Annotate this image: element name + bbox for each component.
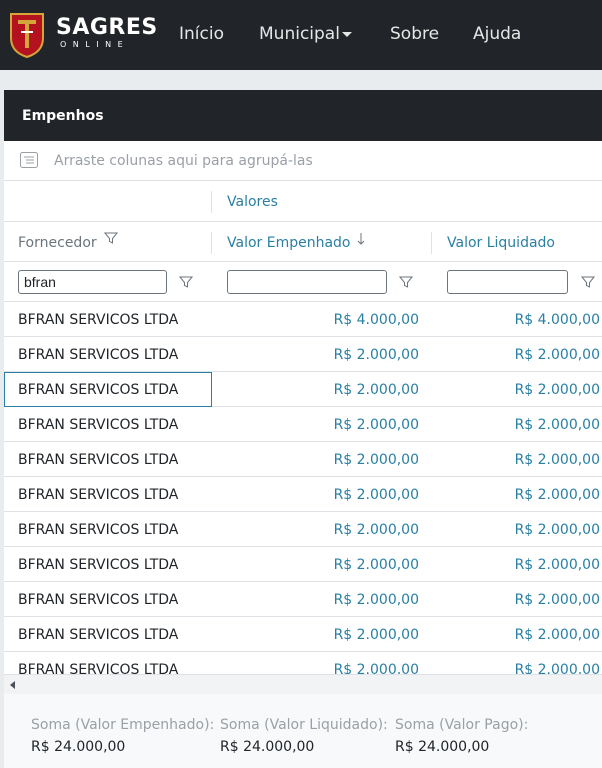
panel-header: Empenhos <box>4 90 602 141</box>
cell-valor-liquidado[interactable]: R$ 2.000,00 <box>515 486 600 504</box>
horizontal-scrollbar[interactable] <box>4 674 602 694</box>
chevron-left-icon[interactable] <box>10 681 15 689</box>
empenhos-panel: Empenhos Arraste colunas aqui para agrup… <box>4 90 602 768</box>
total-empenhado-label: Soma (Valor Empenhado): <box>31 717 215 733</box>
filter-funnel-icon[interactable] <box>179 275 193 289</box>
caret-down-icon[interactable] <box>342 32 352 37</box>
group-panel-hint: Arraste colunas aqui para agrupá-las <box>54 153 313 169</box>
filter-input-valor-liquidado[interactable] <box>447 270 568 294</box>
table-row[interactable]: BFRAN SERVICOS LTDA R$ 2.000,00 R$ 2.000,0… <box>4 337 602 372</box>
cell-fornecedor[interactable]: BFRAN SERVICOS LTDA <box>18 556 178 574</box>
filter-input-valor-empenhado[interactable] <box>227 270 387 294</box>
column-separator[interactable] <box>431 232 432 254</box>
cell-valor-liquidado[interactable]: R$ 2.000,00 <box>515 451 600 469</box>
cell-valor-liquidado[interactable]: R$ 2.000,00 <box>515 661 600 674</box>
nav-municipal[interactable]: Municipal <box>259 22 340 46</box>
top-navbar: SAGRES ONLINE Início Municipal Sobre Aju… <box>0 0 602 70</box>
column-separator[interactable] <box>211 232 212 254</box>
cell-fornecedor[interactable]: BFRAN SERVICOS LTDA <box>18 661 178 674</box>
nav-inicio[interactable]: Início <box>179 22 224 46</box>
table-row[interactable]: BFRAN SERVICOS LTDA R$ 2.000,00 R$ 2.000,0… <box>4 652 602 674</box>
band-separator <box>211 191 212 213</box>
table-row[interactable]: BFRAN SERVICOS LTDA R$ 2.000,00 R$ 2.000,0… <box>4 477 602 512</box>
cell-valor-liquidado[interactable]: R$ 2.000,00 <box>515 591 600 609</box>
cell-fornecedor[interactable]: BFRAN SERVICOS LTDA <box>18 451 178 469</box>
table-row[interactable]: BFRAN SERVICOS LTDA R$ 2.000,00 R$ 2.000,0… <box>4 372 602 407</box>
cell-valor-liquidado[interactable]: R$ 2.000,00 <box>515 346 600 364</box>
cell-valor-empenhado[interactable]: R$ 2.000,00 <box>334 346 419 364</box>
cell-fornecedor[interactable]: BFRAN SERVICOS LTDA <box>18 416 178 434</box>
header-filter-icon[interactable] <box>104 231 118 245</box>
group-panel-icon <box>20 152 38 168</box>
band-header-valores[interactable]: Valores <box>227 193 278 211</box>
cell-fornecedor[interactable]: BFRAN SERVICOS LTDA <box>18 311 178 329</box>
table-row[interactable]: BFRAN SERVICOS LTDA R$ 2.000,00 R$ 2.000,0… <box>4 512 602 547</box>
total-liquidado-label: Soma (Valor Liquidado): <box>220 717 388 733</box>
cell-valor-empenhado[interactable]: R$ 4.000,00 <box>334 311 419 329</box>
cell-fornecedor[interactable]: BFRAN SERVICOS LTDA <box>18 521 178 539</box>
total-empenhado-value: R$ 24.000,00 <box>31 739 126 755</box>
data-rows: BFRAN SERVICOS LTDA R$ 4.000,00 R$ 4.000,0… <box>4 302 602 674</box>
cell-fornecedor[interactable]: BFRAN SERVICOS LTDA <box>18 486 178 504</box>
cell-valor-empenhado[interactable]: R$ 2.000,00 <box>334 556 419 574</box>
cell-valor-liquidado[interactable]: R$ 2.000,00 <box>515 521 600 539</box>
nav-sobre[interactable]: Sobre <box>390 22 439 46</box>
table-row[interactable]: BFRAN SERVICOS LTDA R$ 4.000,00 R$ 4.000,0… <box>4 302 602 337</box>
focused-cell-outline <box>4 372 212 407</box>
cell-fornecedor[interactable]: BFRAN SERVICOS LTDA <box>18 626 178 644</box>
filter-funnel-icon[interactable] <box>581 275 595 289</box>
table-row[interactable]: BFRAN SERVICOS LTDA R$ 2.000,00 R$ 2.000,0… <box>4 407 602 442</box>
cell-valor-liquidado[interactable]: R$ 2.000,00 <box>515 556 600 574</box>
cell-valor-empenhado[interactable]: R$ 2.000,00 <box>334 521 419 539</box>
sort-descending-icon[interactable] <box>356 232 366 246</box>
panel-title: Empenhos <box>22 108 104 124</box>
cell-valor-liquidado[interactable]: R$ 4.000,00 <box>515 311 600 329</box>
cell-fornecedor[interactable]: BFRAN SERVICOS LTDA <box>18 591 178 609</box>
table-row[interactable]: BFRAN SERVICOS LTDA R$ 2.000,00 R$ 2.000,0… <box>4 442 602 477</box>
table-row[interactable]: BFRAN SERVICOS LTDA R$ 2.000,00 R$ 2.000,0… <box>4 617 602 652</box>
column-header-fornecedor[interactable]: Fornecedor <box>18 234 97 252</box>
table-row[interactable]: BFRAN SERVICOS LTDA R$ 2.000,00 R$ 2.000,0… <box>4 547 602 582</box>
cell-valor-liquidado[interactable]: R$ 2.000,00 <box>515 416 600 434</box>
group-panel[interactable]: Arraste colunas aqui para agrupá-las <box>4 141 602 181</box>
nav-ajuda[interactable]: Ajuda <box>473 22 521 46</box>
filter-input-fornecedor[interactable] <box>18 270 167 294</box>
column-header-row: Fornecedor Valor Empenhado Valor Liquida… <box>4 222 602 262</box>
column-header-valor-liquidado[interactable]: Valor Liquidado <box>447 234 555 252</box>
table-row[interactable]: BFRAN SERVICOS LTDA R$ 2.000,00 R$ 2.000,0… <box>4 582 602 617</box>
cell-valor-empenhado[interactable]: R$ 2.000,00 <box>334 416 419 434</box>
brand-name[interactable]: SAGRES <box>56 16 158 40</box>
cell-valor-empenhado[interactable]: R$ 2.000,00 <box>334 486 419 504</box>
cell-valor-liquidado[interactable]: R$ 2.000,00 <box>515 381 600 399</box>
cell-valor-empenhado[interactable]: R$ 2.000,00 <box>334 591 419 609</box>
filter-funnel-icon[interactable] <box>399 275 413 289</box>
cell-valor-empenhado[interactable]: R$ 2.000,00 <box>334 626 419 644</box>
totals-footer: Soma (Valor Empenhado): R$ 24.000,00 Som… <box>4 694 602 768</box>
total-pago-label: Soma (Valor Pago): <box>395 717 529 733</box>
cell-valor-empenhado[interactable]: R$ 2.000,00 <box>334 381 419 399</box>
total-liquidado-value: R$ 24.000,00 <box>220 739 315 755</box>
shield-logo-icon[interactable] <box>8 10 46 58</box>
total-pago-value: R$ 24.000,00 <box>395 739 490 755</box>
cell-valor-liquidado[interactable]: R$ 2.000,00 <box>515 626 600 644</box>
cell-fornecedor[interactable]: BFRAN SERVICOS LTDA <box>18 346 178 364</box>
column-header-valor-empenhado[interactable]: Valor Empenhado <box>227 234 351 252</box>
filter-row <box>4 262 602 302</box>
cell-valor-empenhado[interactable]: R$ 2.000,00 <box>334 451 419 469</box>
cell-valor-empenhado[interactable]: R$ 2.000,00 <box>334 661 419 674</box>
band-header-row: Valores <box>4 181 602 222</box>
brand-subtitle: ONLINE <box>60 40 130 49</box>
